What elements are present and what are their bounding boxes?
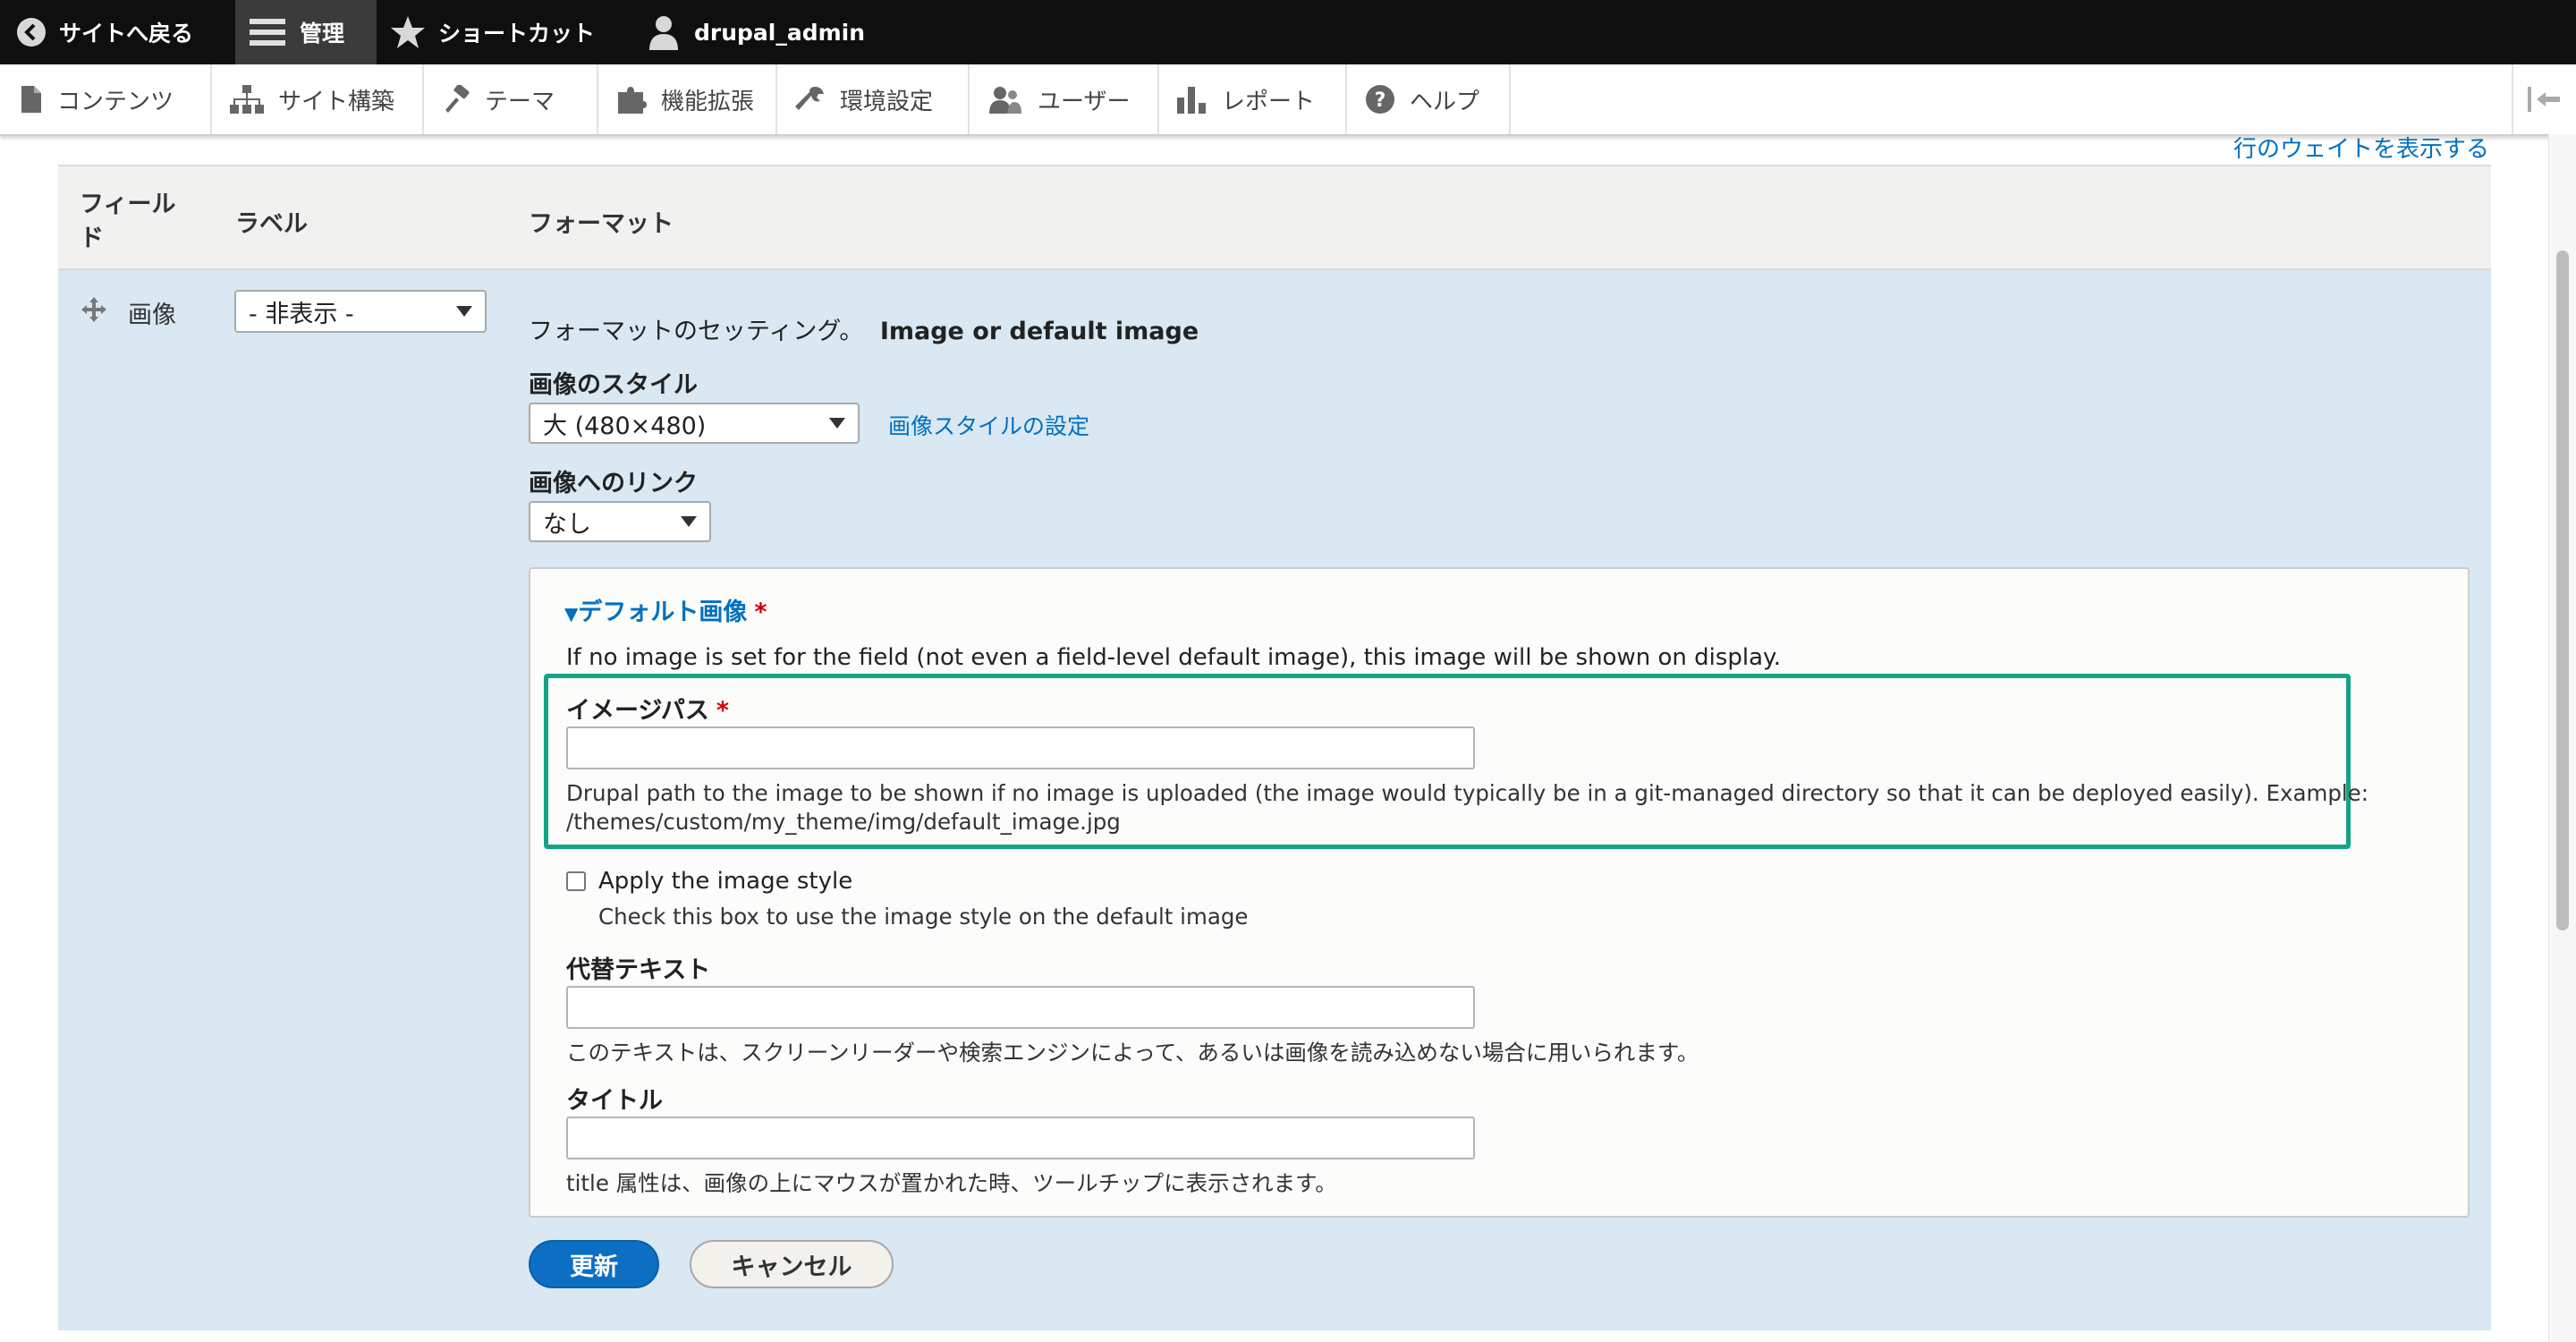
required-mark: * [754, 599, 767, 626]
back-arrow-icon [17, 18, 46, 47]
default-image-details: ▼デフォルト画像 * If no image is set for the fie… [529, 567, 2470, 1218]
svg-text:?: ? [1375, 89, 1386, 112]
tray-item-appearance[interactable]: テーマ [424, 64, 598, 134]
image-style-select[interactable]: 大 (480×480) [529, 403, 860, 444]
tray-item-label: レポート [1222, 88, 1316, 115]
document-icon [21, 86, 41, 113]
tray-item-label: ユーザー [1038, 88, 1131, 115]
title-label: タイトル [566, 1087, 663, 1115]
hamburger-icon [250, 19, 285, 46]
shortcuts-tab[interactable]: ショートカット [390, 0, 623, 64]
tray-item-content[interactable]: コンテンツ [0, 64, 212, 134]
image-link-value: なし [543, 510, 591, 539]
alt-text-label: 代替テキスト [566, 956, 711, 984]
tray-item-help[interactable]: ? ヘルプ [1347, 64, 1511, 134]
help-icon: ? [1366, 85, 1394, 114]
puzzle-icon [618, 87, 647, 114]
scrollbar-thumb[interactable] [2556, 251, 2569, 930]
admin-tray: コンテンツ サイト構築 テーマ 機能拡張 環境設定 ユーザー レポート ? ヘル… [0, 64, 2576, 136]
back-to-site-link[interactable]: サイトへ戻る [16, 0, 231, 64]
tray-item-label: テーマ [485, 88, 555, 115]
image-path-description-1: Drupal path to the image to be shown if … [566, 780, 2369, 806]
user-icon [649, 16, 678, 50]
alt-text-input[interactable] [566, 986, 1475, 1029]
table-row: 画像 - 非表示 - フォーマットのセッティング。 Image or defau… [58, 270, 2491, 1330]
tray-item-reports[interactable]: レポート [1159, 64, 1347, 134]
update-button[interactable]: 更新 [529, 1240, 659, 1288]
label-select-value: - 非表示 - [249, 300, 354, 328]
format-settings-prefix: フォーマットのセッティング。 [529, 318, 864, 345]
column-header-field: フィールド [80, 191, 176, 252]
tray-item-label: 環境設定 [840, 88, 934, 115]
table-header: フィールド ラベル フォーマット [58, 165, 2491, 270]
tray-item-label: コンテンツ [57, 88, 174, 115]
tray-item-extend[interactable]: 機能拡張 [598, 64, 777, 134]
column-header-format: フォーマット [529, 210, 674, 238]
tray-item-label: 機能拡張 [661, 88, 755, 115]
summary-label: デフォルト画像 [578, 599, 748, 626]
page-scrollbar[interactable] [2548, 134, 2576, 1342]
tray-item-config[interactable]: 環境設定 [777, 64, 970, 134]
apply-image-style-description: Check this box to use the image style on… [598, 904, 1249, 930]
image-path-input[interactable] [566, 726, 1475, 769]
shortcuts-label: ショートカット [438, 21, 596, 47]
default-image-summary[interactable]: ▼デフォルト画像 * [564, 592, 767, 627]
tray-item-people[interactable]: ユーザー [970, 64, 1159, 134]
chevron-down-icon [456, 306, 472, 317]
alt-text-description: このテキストは、スクリーンリーダーや検索エンジンによって、あるいは画像を読み込め… [566, 1040, 1699, 1066]
required-mark: * [716, 697, 729, 725]
default-image-intro: If no image is set for the field (not ev… [566, 644, 1782, 671]
manage-label: 管理 [300, 21, 345, 47]
tray-item-label: サイト構築 [278, 88, 395, 115]
people-icon [989, 87, 1021, 114]
image-link-select[interactable]: なし [529, 501, 711, 542]
admin-toolbar: サイトへ戻る 管理 ショートカット drupal_admin [0, 0, 2576, 64]
column-header-label: ラベル [235, 210, 308, 238]
drag-handle-icon[interactable] [81, 297, 106, 322]
wrench-icon [795, 87, 824, 110]
paint-brush-icon [445, 85, 470, 113]
chevron-down-icon [681, 516, 697, 527]
manage-tab[interactable]: 管理 [235, 0, 377, 64]
show-row-weights-link[interactable]: 行のウェイトを表示する [2233, 131, 2489, 164]
tray-item-label: ヘルプ [1410, 88, 1480, 115]
cancel-button[interactable]: キャンセル [690, 1240, 894, 1288]
user-tab[interactable]: drupal_admin [648, 0, 880, 64]
apply-image-style-label[interactable]: Apply the image style [598, 868, 852, 895]
image-path-label-text: イメージパス [566, 697, 709, 725]
image-style-config-link[interactable]: 画像スタイルの設定 [888, 409, 1089, 441]
star-icon [391, 16, 425, 48]
image-link-label: 画像へのリンク [529, 470, 698, 497]
triangle-down-icon: ▼ [564, 603, 579, 624]
image-path-label: イメージパス * [566, 691, 729, 726]
bar-chart-icon [1177, 87, 1206, 114]
apply-image-style-checkbox[interactable] [566, 871, 586, 891]
field-name: 画像 [128, 302, 176, 329]
image-style-label: 画像のスタイル [529, 371, 698, 399]
title-input[interactable] [566, 1117, 1475, 1159]
user-name: drupal_admin [694, 19, 866, 46]
sitemap-icon [230, 85, 264, 114]
back-to-site-label: サイトへ戻る [59, 21, 194, 47]
title-description: title 属性は、画像の上にマウスが置かれた時、ツールチップに表示されます。 [566, 1170, 1337, 1196]
chevron-down-icon [829, 418, 845, 429]
format-settings-heading: フォーマットのセッティング。 Image or default image [529, 311, 1199, 346]
image-path-description-2: /themes/custom/my_theme/img/default_imag… [566, 809, 1121, 835]
image-style-value: 大 (480×480) [543, 412, 707, 440]
collapse-arrow-icon [2528, 87, 2560, 112]
label-display-select[interactable]: - 非表示 - [234, 290, 487, 333]
format-name: Image or default image [879, 318, 1199, 345]
collapse-tray-button[interactable] [2512, 64, 2576, 134]
tray-item-structure[interactable]: サイト構築 [212, 64, 424, 134]
